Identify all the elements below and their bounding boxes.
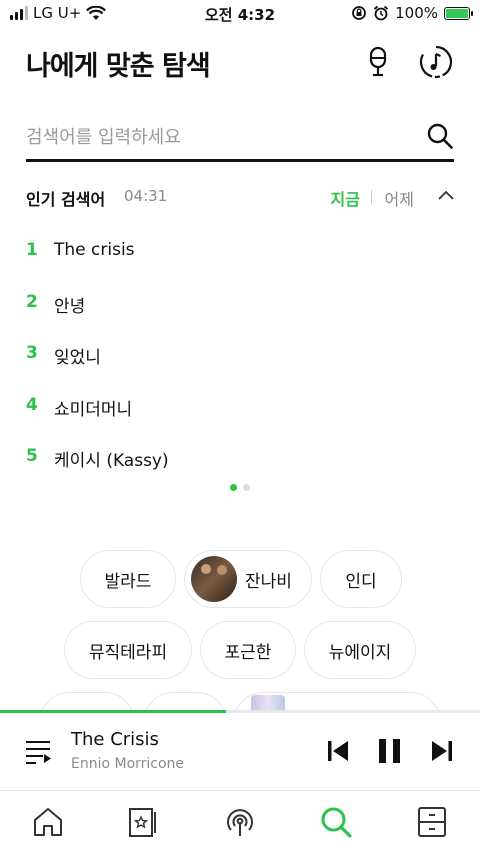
mini-player[interactable]: The Crisis Ennio Morricone <box>0 713 480 790</box>
rotation-lock-icon <box>352 6 367 20</box>
rank-keyword: 쇼미더머니 <box>54 399 133 420</box>
alarm-icon <box>374 5 389 21</box>
list-item[interactable]: 2 안녕 <box>26 286 446 338</box>
rank-number: 4 <box>26 394 38 415</box>
search-bar <box>26 114 454 162</box>
chip-indie[interactable]: 인디 <box>320 550 402 608</box>
storage-icon[interactable] <box>415 805 449 839</box>
page-indicator <box>230 484 250 491</box>
chevron-up-icon[interactable] <box>436 186 456 206</box>
chip-label: 잔나비 <box>245 571 292 592</box>
tab-divider <box>371 190 372 204</box>
rank-number: 5 <box>26 446 38 466</box>
header: 나에게 맞춘 탐색 <box>26 40 460 84</box>
list-item[interactable]: 3 잊었니 <box>26 337 446 389</box>
library-icon[interactable] <box>127 805 161 839</box>
rank-number: 2 <box>26 291 38 312</box>
chip-ballad[interactable]: 발라드 <box>80 550 176 608</box>
rank-keyword: 잊었니 <box>54 348 101 368</box>
tab-yesterday[interactable]: 어제 <box>385 186 414 210</box>
previous-icon[interactable] <box>324 737 352 765</box>
rank-keyword: 케이시 (Kassy) <box>54 451 169 471</box>
page-dot <box>243 484 250 491</box>
popular-header: 인기 검색어 04:31 지금 어제 <box>26 184 456 210</box>
list-item[interactable]: 1 The crisis <box>26 234 446 286</box>
track-artist: Ennio Morricone <box>71 756 185 772</box>
podcast-icon[interactable] <box>223 805 257 839</box>
page-dot-active <box>230 484 237 491</box>
chip-music-therapy[interactable]: 뮤직테라피 <box>64 621 192 679</box>
music-recognition-icon[interactable] <box>418 44 454 80</box>
rank-keyword: 안녕 <box>54 296 86 317</box>
rank-number: 3 <box>26 343 38 363</box>
chip-label: 포근한 <box>224 642 272 663</box>
popular-list: 1 The crisis 2 안녕 3 잊었니 4 쇼미더머니 5 케이시 (K… <box>26 234 446 492</box>
rank-number: 1 <box>26 240 38 260</box>
chip-label: 뉴에이지 <box>328 642 392 663</box>
chip-new-age[interactable]: 뉴에이지 <box>304 621 416 679</box>
popular-title: 인기 검색어 <box>26 190 106 209</box>
popular-time: 04:31 <box>124 187 168 205</box>
playlist-icon[interactable] <box>24 737 52 765</box>
search-icon[interactable] <box>319 805 353 839</box>
search-input[interactable] <box>26 122 406 152</box>
home-icon[interactable] <box>31 805 65 839</box>
chip-jannabi[interactable]: 잔나비 <box>184 550 312 608</box>
page-title: 나에게 맞춘 탐색 <box>26 51 211 82</box>
chip-label: 발라드 <box>104 571 152 592</box>
status-bar: LG U+ 오전 4:32 100% <box>0 0 480 28</box>
tab-bar <box>0 790 480 854</box>
next-icon[interactable] <box>428 737 456 765</box>
tab-now[interactable]: 지금 <box>331 186 360 210</box>
rank-keyword: The crisis <box>54 240 135 260</box>
search-icon[interactable] <box>426 122 454 150</box>
artist-avatar <box>191 556 237 602</box>
battery-icon <box>444 6 473 20</box>
list-item[interactable]: 4 쇼미더머니 <box>26 389 446 441</box>
battery-fill <box>446 8 468 18</box>
status-right: 100% <box>351 4 473 22</box>
pause-icon[interactable] <box>376 737 404 765</box>
battery-percent: 100% <box>395 4 438 22</box>
microphone-icon[interactable] <box>360 44 396 80</box>
chip-cozy[interactable]: 포근한 <box>200 621 296 679</box>
track-title: The Crisis <box>71 729 159 750</box>
chip-label: 인디 <box>345 571 377 592</box>
chip-label: 뮤직테라피 <box>88 642 168 663</box>
